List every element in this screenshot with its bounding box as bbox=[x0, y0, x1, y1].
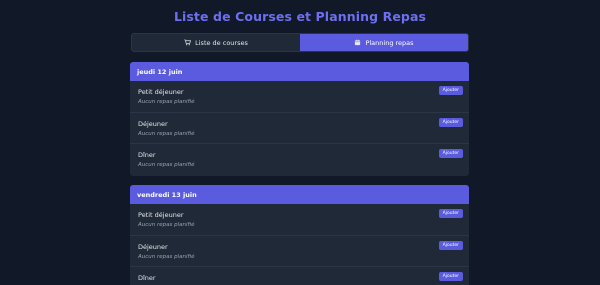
meal-status: Aucun repas planifié bbox=[138, 99, 195, 105]
meal-row: Petit déjeuner Aucun repas planifié Ajou… bbox=[130, 81, 469, 113]
meal-status: Aucun repas planifié bbox=[138, 162, 195, 168]
day-card: jeudi 12 juin Petit déjeuner Aucun repas… bbox=[130, 62, 469, 176]
add-meal-button[interactable]: Ajouter bbox=[438, 117, 463, 127]
meal-name: Déjeuner bbox=[138, 119, 168, 128]
meal-status: Aucun repas planifié bbox=[138, 222, 195, 228]
day-card: vendredi 13 juin Petit déjeuner Aucun re… bbox=[130, 185, 469, 285]
meal-row: Déjeuner Aucun repas planifié Ajouter bbox=[130, 236, 469, 267]
calendar-icon bbox=[355, 39, 361, 46]
add-meal-button[interactable]: Ajouter bbox=[438, 272, 463, 281]
add-meal-button[interactable]: Ajouter bbox=[438, 149, 463, 158]
meal-name: Dîner bbox=[138, 274, 156, 282]
day-header: vendredi 13 juin bbox=[130, 185, 469, 204]
tab-meal-planning[interactable]: Planning repas bbox=[300, 34, 468, 51]
meal-name: Dîner bbox=[138, 151, 156, 159]
tab-meal-planning-label: Planning repas bbox=[365, 38, 414, 47]
tab-bar: Liste de courses Planning repas bbox=[131, 33, 469, 52]
meal-name: Déjeuner bbox=[138, 242, 168, 251]
add-meal-button[interactable]: Ajouter bbox=[438, 86, 463, 95]
page-title: Liste de Courses et Planning Repas bbox=[173, 9, 427, 24]
add-meal-button[interactable]: Ajouter bbox=[438, 240, 463, 250]
app-page: Liste de Courses et Planning Repas Liste… bbox=[0, 0, 600, 285]
meal-row: Dîner Ajouter bbox=[130, 267, 469, 285]
day-header: jeudi 12 juin bbox=[130, 62, 469, 81]
meal-row: Déjeuner Aucun repas planifié Ajouter bbox=[130, 113, 469, 144]
tab-shopping-list[interactable]: Liste de courses bbox=[132, 34, 300, 51]
meal-row: Petit déjeuner Aucun repas planifié Ajou… bbox=[130, 204, 469, 236]
meal-name: Petit déjeuner bbox=[138, 88, 184, 96]
meal-status: Aucun repas planifié bbox=[138, 253, 195, 260]
meal-name: Petit déjeuner bbox=[138, 211, 184, 219]
add-meal-button[interactable]: Ajouter bbox=[438, 209, 463, 218]
cart-icon bbox=[184, 39, 192, 46]
meal-status: Aucun repas planifié bbox=[138, 130, 195, 137]
meal-row: Dîner Aucun repas planifié Ajouter bbox=[130, 144, 469, 176]
tab-shopping-list-label: Liste de courses bbox=[195, 38, 248, 47]
